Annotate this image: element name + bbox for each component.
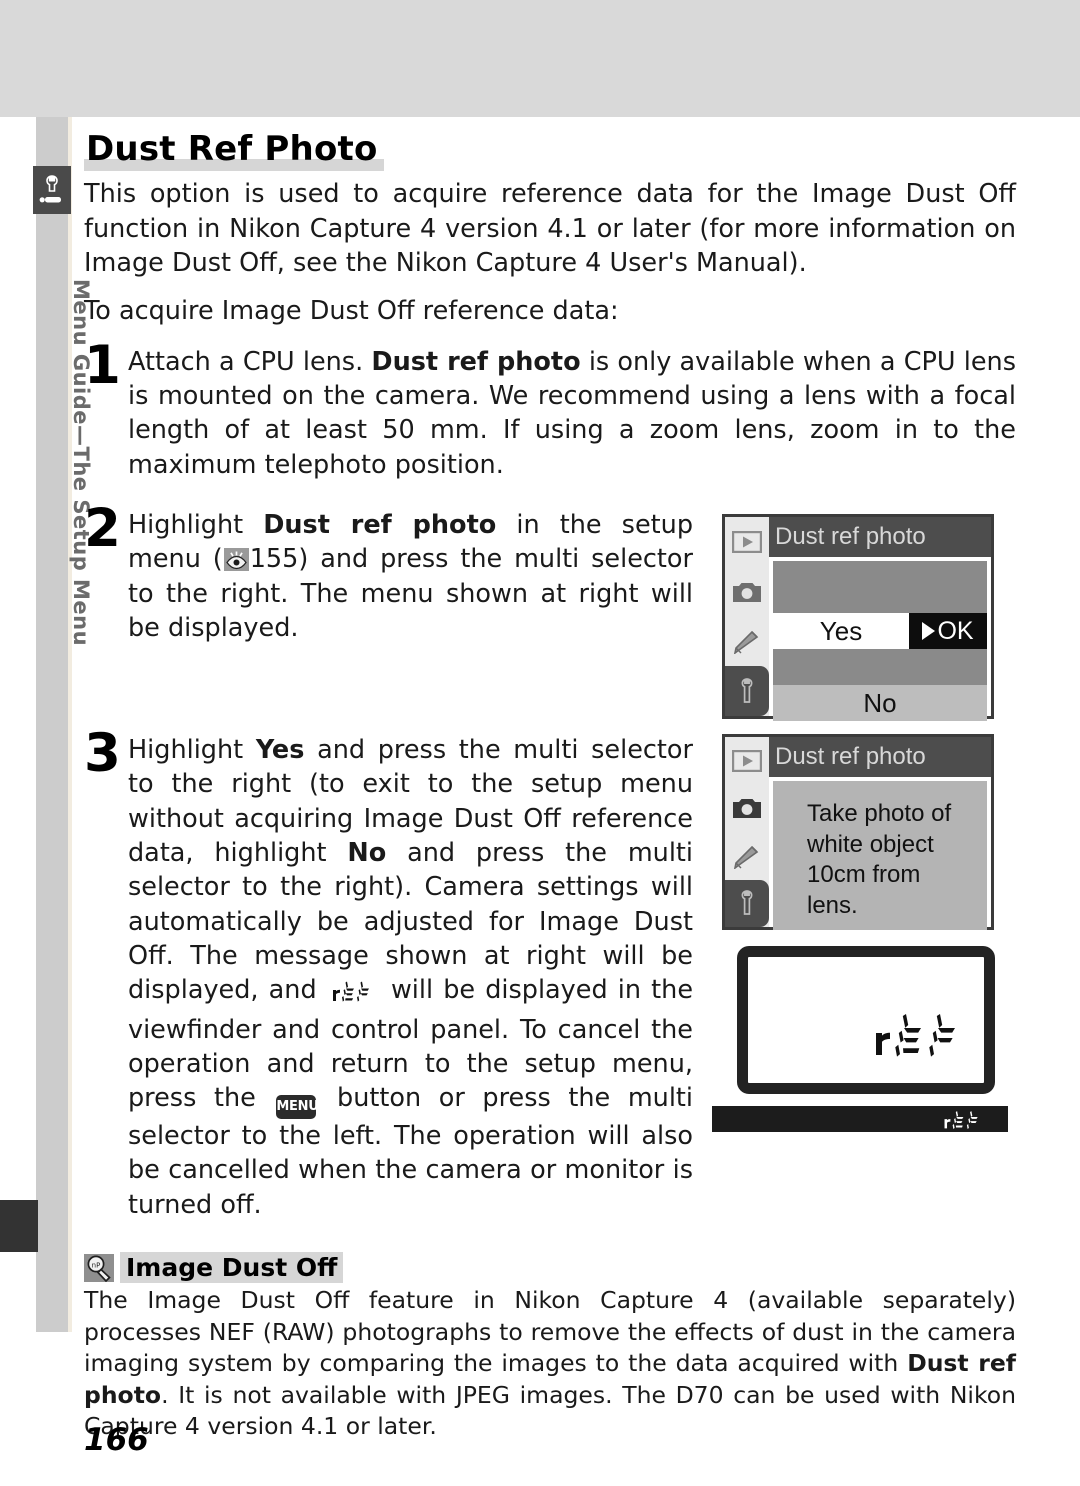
viewfinder-illustration [737, 946, 995, 1094]
pencil-icon [725, 617, 769, 667]
lcd-menu-title: Dust ref photo [769, 517, 991, 557]
camera-lcd-message-screen: Dust ref photo Take photo of white objec… [722, 734, 994, 930]
lcd-option-yes-label: Yes [819, 615, 863, 646]
page-reference-eye-icon [223, 548, 249, 572]
pencil-icon [725, 832, 769, 880]
lcd-option-yes[interactable]: Yes OK [773, 613, 987, 649]
note-heading: nP Image Dust Off [84, 1252, 1016, 1284]
step-2-bold-term: Dust ref photo [263, 509, 497, 540]
camera-icon [725, 567, 769, 617]
lcd-menu-rail [725, 517, 769, 716]
note-text-part-1: The Image Dust Off feature in Nikon Capt… [84, 1286, 1016, 1378]
ok-label: OK [937, 617, 974, 645]
step-3-bold-no: No [347, 838, 387, 869]
intro-lead-in: To acquire Image Dust Off reference data… [84, 296, 619, 327]
page-header-band [0, 0, 1080, 117]
page-number: 166 [84, 1422, 149, 1458]
intro-text-after: ). [788, 247, 807, 278]
camera-icon [725, 785, 769, 833]
segment-ref-inline-icon [331, 978, 377, 1012]
step-3-number: 3 [84, 723, 121, 785]
step-1-text: Attach a CPU lens. Dust ref photo is onl… [128, 345, 1016, 482]
wrench-icon [725, 879, 769, 927]
step-2-number: 2 [84, 497, 121, 559]
ok-confirm-badge[interactable]: OK [909, 613, 987, 649]
lcd-message-text: Take photo of white object 10cm from len… [773, 781, 987, 930]
step-3-text: Highlight Yes and press the multi select… [128, 733, 693, 1222]
lcd-option-no-label: No [863, 687, 897, 718]
step-3-text-part-1: Highlight [128, 735, 256, 766]
control-panel-ref-segment-display [932, 1109, 994, 1134]
note-text-part-2: . It is not available with JPEG images. … [84, 1380, 1016, 1441]
page-title: Dust Ref Photo [84, 129, 384, 172]
step-1-text-part-1: Attach a CPU lens. [128, 346, 372, 377]
svg-text:nP: nP [92, 1261, 101, 1269]
step-3-bold-yes: Yes [255, 735, 305, 766]
step-2-page-number: 155 [249, 544, 299, 575]
step-1-number: 1 [84, 334, 121, 396]
note-title: Image Dust Off [120, 1252, 344, 1284]
lightbulb-tip-icon: nP [84, 1253, 114, 1282]
lcd-message-title: Dust ref photo [769, 737, 991, 777]
thumb-index-tab [0, 1200, 38, 1252]
step-2-text: Highlight Dust ref photo in the setup me… [128, 508, 693, 645]
manual-reference-title: Nikon Capture 4 User's Manual [395, 247, 789, 278]
intro-paragraph: This option is used to acquire reference… [84, 177, 1016, 280]
lcd-option-no[interactable]: No [773, 685, 987, 721]
menu-button-icon: MENU [276, 1095, 319, 1120]
note-text: The Image Dust Off feature in Nikon Capt… [84, 1285, 1016, 1442]
step-1-bold-term: Dust ref photo [371, 346, 581, 377]
playback-icon [725, 737, 769, 785]
lcd-menu-body: Yes OK No [773, 561, 987, 721]
camera-lcd-menu-screen: Dust ref photo Yes OK No [722, 514, 994, 721]
control-panel-illustration [712, 1106, 1008, 1132]
step-1: 1 Attach a CPU lens. Dust ref photo is o… [84, 339, 1016, 482]
playback-icon [725, 517, 769, 567]
viewfinder-ref-segment-display [872, 1009, 968, 1063]
step-2-text-part-1: Highlight [128, 509, 264, 540]
note-section: nP Image Dust Off The Image Dust Off fea… [84, 1252, 1016, 1443]
wrench-icon [725, 666, 769, 716]
lcd-message-rail [725, 737, 769, 927]
play-triangle-icon [922, 622, 936, 640]
